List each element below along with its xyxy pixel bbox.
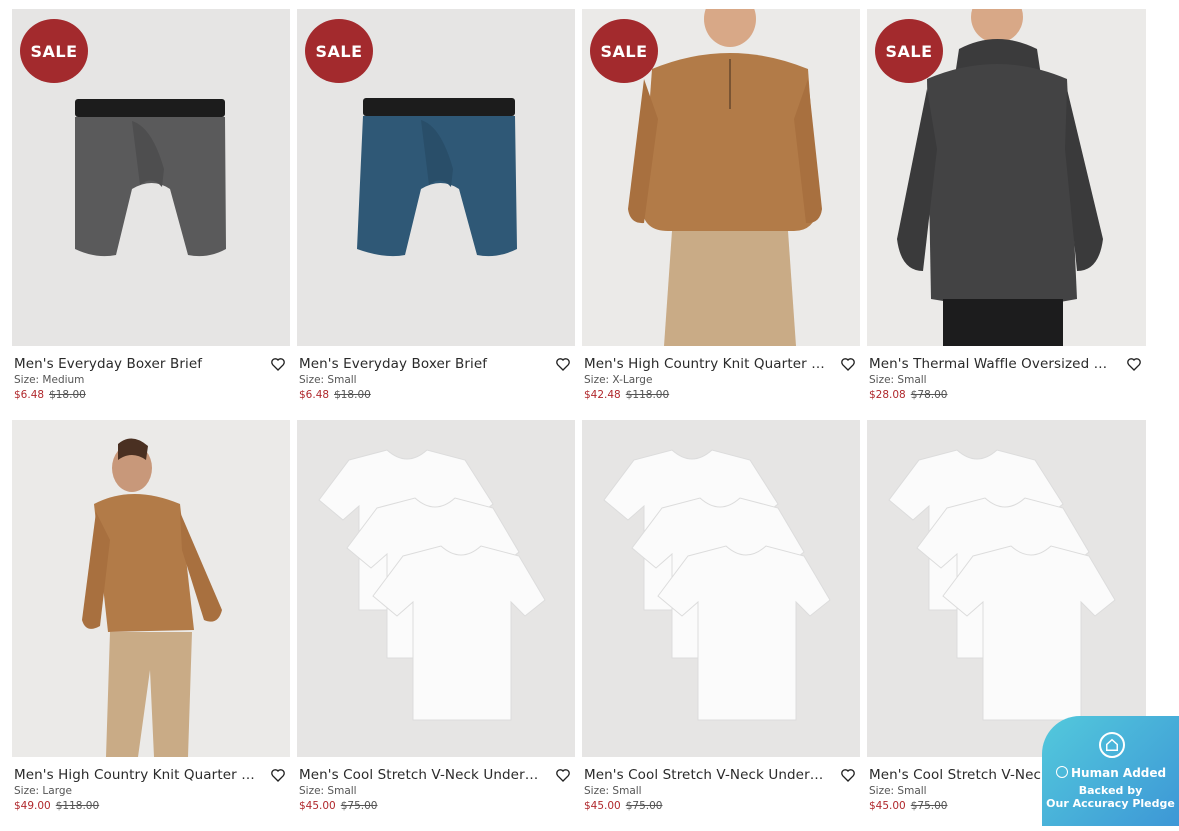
original-price: $18.00 (49, 389, 86, 401)
heart-icon[interactable] (1126, 356, 1142, 372)
pledge-subtitle: Backed by (1078, 784, 1143, 797)
product-card[interactable]: SALE Men's Everyday Boxer Brief Size: Sm… (297, 9, 575, 420)
original-price: $75.00 (910, 800, 948, 812)
original-price: $118.00 (55, 800, 100, 812)
product-size: Size: Small (584, 785, 642, 797)
heart-icon[interactable] (840, 767, 856, 783)
product-title[interactable]: Men's Everyday Boxer Brief (299, 356, 545, 372)
product-title[interactable]: Men's Cool Stretch V-Neck Undershirt 3-P… (584, 767, 830, 783)
product-image[interactable] (12, 420, 290, 757)
product-size: Size: Medium (14, 374, 85, 386)
quarter-zip-sweater-full-image (12, 420, 290, 757)
original-price: $78.00 (910, 389, 948, 401)
product-prices: $45.00 $75.00 (584, 800, 860, 812)
product-size: Size: Large (14, 785, 72, 797)
pledge-subtitle-2: Our Accuracy Pledge (1046, 797, 1175, 810)
product-card[interactable]: Men's Cool Stretch V-Neck Undershirt 3-P… (297, 420, 575, 831)
product-title[interactable]: Men's Cool Stretch V-Neck Undershirt 3-P… (299, 767, 545, 783)
original-price: $118.00 (625, 389, 670, 401)
current-price: $45.00 (299, 800, 336, 812)
product-title[interactable]: Men's Everyday Boxer Brief (14, 356, 260, 372)
product-image[interactable] (582, 420, 860, 757)
product-size: Size: Small (869, 374, 927, 386)
vneck-undershirt-pack-image (297, 420, 575, 757)
heart-icon[interactable] (555, 767, 571, 783)
vneck-undershirt-pack-image (867, 420, 1146, 757)
product-image[interactable]: SALE (582, 9, 860, 346)
current-price: $49.00 (14, 800, 51, 812)
sale-price: $42.48 (584, 389, 621, 401)
product-prices: $6.48 $18.00 (299, 389, 575, 401)
original-price: $75.00 (340, 800, 378, 812)
product-image[interactable]: SALE (867, 9, 1146, 346)
product-size: Size: X-Large (584, 374, 653, 386)
product-prices: $49.00 $118.00 (14, 800, 290, 812)
sale-price: $6.48 (14, 389, 45, 401)
product-card[interactable]: SALE Men's High Country Knit Quarter Zip… (582, 9, 860, 420)
product-title[interactable]: Men's High Country Knit Quarter Zip Swea… (14, 767, 260, 783)
product-image[interactable] (867, 420, 1146, 757)
accuracy-pledge-badge[interactable]: Human Added Backed by Our Accuracy Pledg… (1042, 716, 1179, 826)
heart-icon[interactable] (555, 356, 571, 372)
product-prices: $42.48 $118.00 (584, 389, 860, 401)
product-prices: $28.08 $78.00 (869, 389, 1146, 401)
heart-icon[interactable] (270, 767, 286, 783)
sale-badge: SALE (875, 19, 943, 83)
sale-badge: SALE (590, 19, 658, 83)
vneck-undershirt-pack-image (582, 420, 860, 757)
house-check-icon (1099, 732, 1125, 758)
current-price: $45.00 (869, 800, 906, 812)
sale-badge: SALE (20, 19, 88, 83)
current-price: $45.00 (584, 800, 621, 812)
product-size: Size: Small (299, 785, 357, 797)
sale-badge: SALE (305, 19, 373, 83)
product-image[interactable]: SALE (297, 9, 575, 346)
product-image[interactable] (297, 420, 575, 757)
product-prices: $45.00 $75.00 (299, 800, 575, 812)
product-image[interactable]: SALE (12, 9, 290, 346)
check-circle-icon (1056, 766, 1068, 778)
product-title[interactable]: Men's Thermal Waffle Oversized Hoodie (869, 356, 1115, 372)
product-card[interactable]: SALE Men's Thermal Waffle Oversized Hood… (867, 9, 1146, 420)
product-size: Size: Small (299, 374, 357, 386)
original-price: $18.00 (334, 389, 371, 401)
sale-price: $28.08 (869, 389, 906, 401)
sale-price: $6.48 (299, 389, 330, 401)
heart-icon[interactable] (270, 356, 286, 372)
product-title[interactable]: Men's High Country Knit Quarter Zip Swea… (584, 356, 830, 372)
product-card[interactable]: Men's High Country Knit Quarter Zip Swea… (12, 420, 290, 831)
heart-icon[interactable] (840, 356, 856, 372)
original-price: $75.00 (625, 800, 663, 812)
product-card[interactable]: SALE Men's Everyday Boxer Brief Size: Me… (12, 9, 290, 420)
pledge-title: Human Added (1071, 766, 1167, 780)
product-grid: SALE Men's Everyday Boxer Brief Size: Me… (12, 9, 1146, 831)
product-card[interactable]: Men's Cool Stretch V-Neck Undershirt 3-P… (582, 420, 860, 831)
product-prices: $6.48 $18.00 (14, 389, 290, 401)
pledge-title-row: Human Added (1056, 766, 1166, 780)
